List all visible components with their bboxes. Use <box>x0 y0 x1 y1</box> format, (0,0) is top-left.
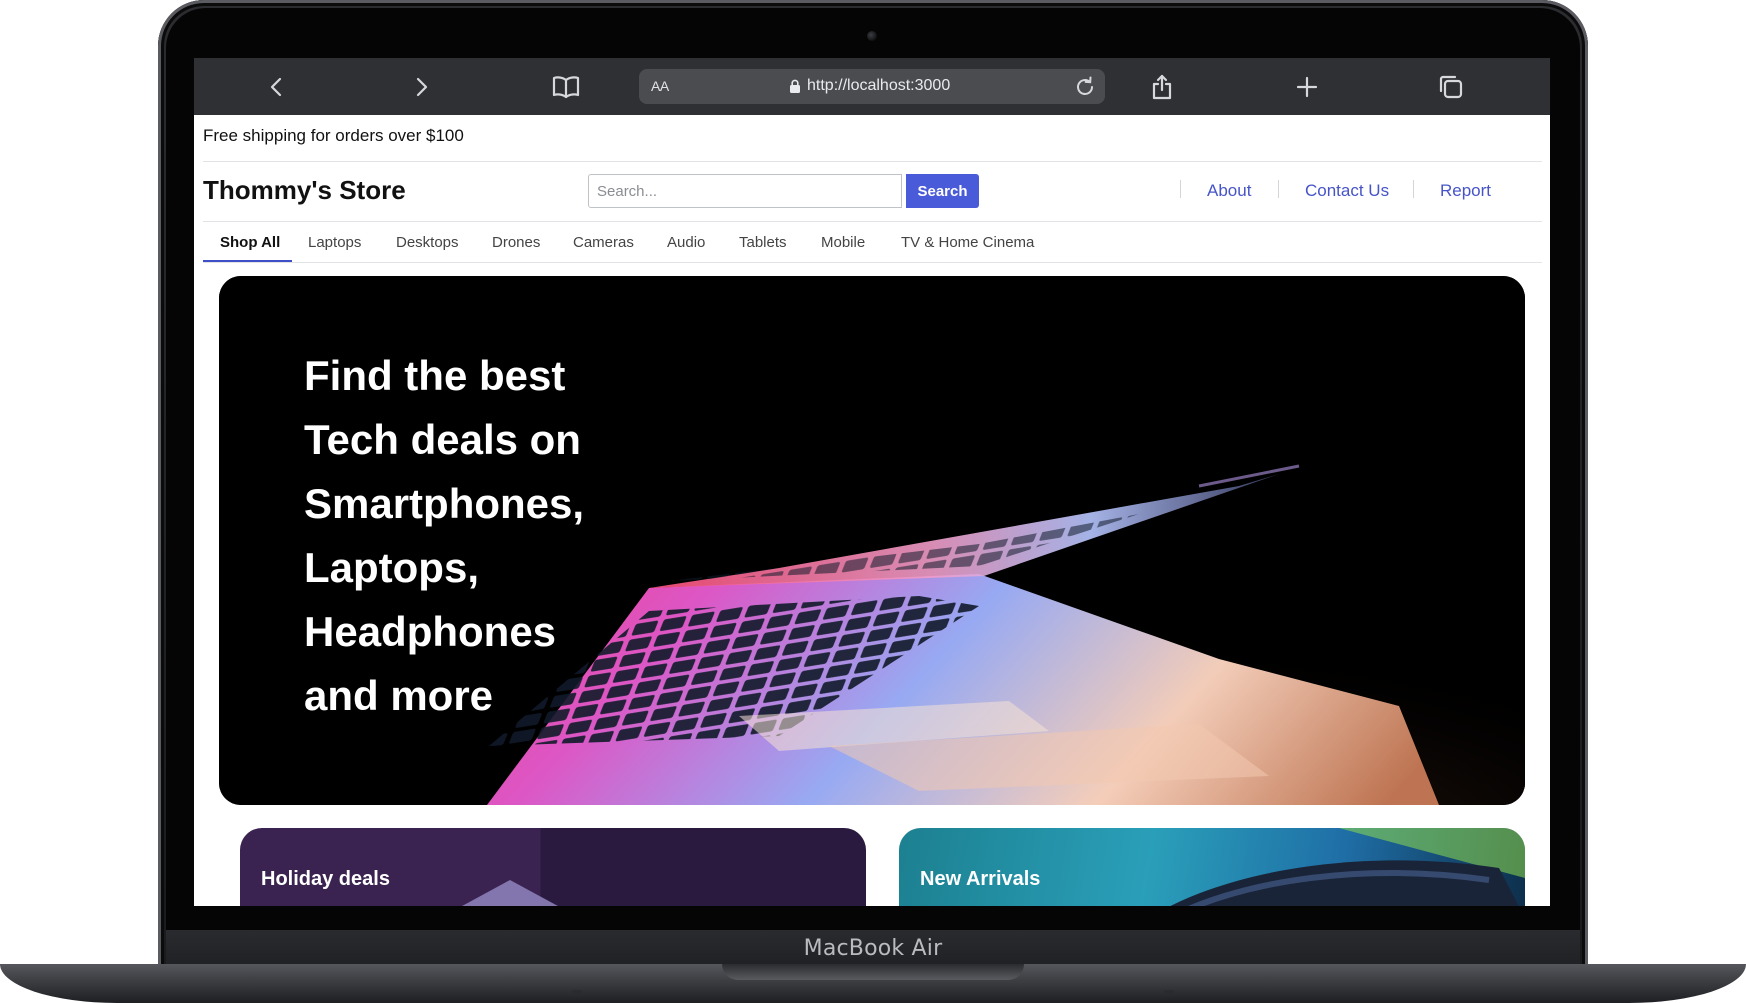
nav-link-about[interactable]: About <box>1207 181 1251 201</box>
holiday-deals-image <box>462 880 558 906</box>
category-tab-desktops[interactable]: Desktops <box>396 234 459 251</box>
camera-icon <box>867 31 877 41</box>
divider <box>1278 180 1279 198</box>
tabs-icon[interactable] <box>1435 71 1467 103</box>
reload-icon[interactable] <box>1073 75 1097 99</box>
nav-link-report[interactable]: Report <box>1440 181 1491 201</box>
search-button[interactable]: Search <box>906 174 979 208</box>
divider <box>203 262 1542 263</box>
promo-card-holiday-deals[interactable]: Holiday deals <box>240 828 866 906</box>
divider <box>203 161 1542 162</box>
share-icon[interactable] <box>1146 71 1178 103</box>
divider <box>203 221 1542 222</box>
divider <box>1180 180 1181 198</box>
new-tab-icon[interactable] <box>1291 71 1323 103</box>
category-tab-laptops[interactable]: Laptops <box>308 234 361 251</box>
bookmarks-icon[interactable] <box>550 71 582 103</box>
category-tab-shop-all[interactable]: Shop All <box>220 234 280 251</box>
category-tab-tv-home-cinema[interactable]: TV & Home Cinema <box>901 234 1034 251</box>
promo-title-holiday-deals: Holiday deals <box>261 868 390 890</box>
browser-screen: AA http://localhost:3000 Free shipping f… <box>194 58 1550 906</box>
nav-link-contact-us[interactable]: Contact Us <box>1305 181 1389 201</box>
back-icon[interactable] <box>261 71 293 103</box>
hero-banner[interactable]: Find the best Tech deals on Smartphones,… <box>219 276 1525 805</box>
promo-title-new-arrivals: New Arrivals <box>920 868 1041 890</box>
url-text: http://localhost:3000 <box>807 77 951 94</box>
laptop-foot <box>572 990 582 994</box>
divider <box>1413 180 1414 198</box>
laptop-chin: MacBook Air <box>166 930 1580 966</box>
laptop-hinge-notch <box>722 964 1024 980</box>
browser-toolbar: AA http://localhost:3000 <box>194 58 1550 115</box>
shipping-announcement: Free shipping for orders over $100 <box>203 126 464 145</box>
category-tab-cameras[interactable]: Cameras <box>573 234 634 251</box>
address-bar[interactable]: AA http://localhost:3000 <box>639 69 1105 104</box>
reader-mode-button[interactable]: AA <box>651 78 669 94</box>
new-arrivals-image <box>1170 828 1525 906</box>
laptop-foot <box>1164 990 1174 994</box>
store-logo[interactable]: Thommy's Store <box>203 175 406 206</box>
category-tab-mobile[interactable]: Mobile <box>821 234 865 251</box>
category-tab-tablets[interactable]: Tablets <box>739 234 787 251</box>
url-display[interactable]: http://localhost:3000 <box>789 77 950 95</box>
hero-headline: Find the best Tech deals on Smartphones,… <box>304 352 585 719</box>
device-label: MacBook Air <box>803 936 943 961</box>
category-tab-audio[interactable]: Audio <box>667 234 705 251</box>
lock-icon <box>790 79 800 93</box>
search-input[interactable] <box>588 174 902 208</box>
category-tab-drones[interactable]: Drones <box>492 234 540 251</box>
forward-icon[interactable] <box>405 71 437 103</box>
promo-card-new-arrivals[interactable]: New Arrivals <box>899 828 1525 906</box>
